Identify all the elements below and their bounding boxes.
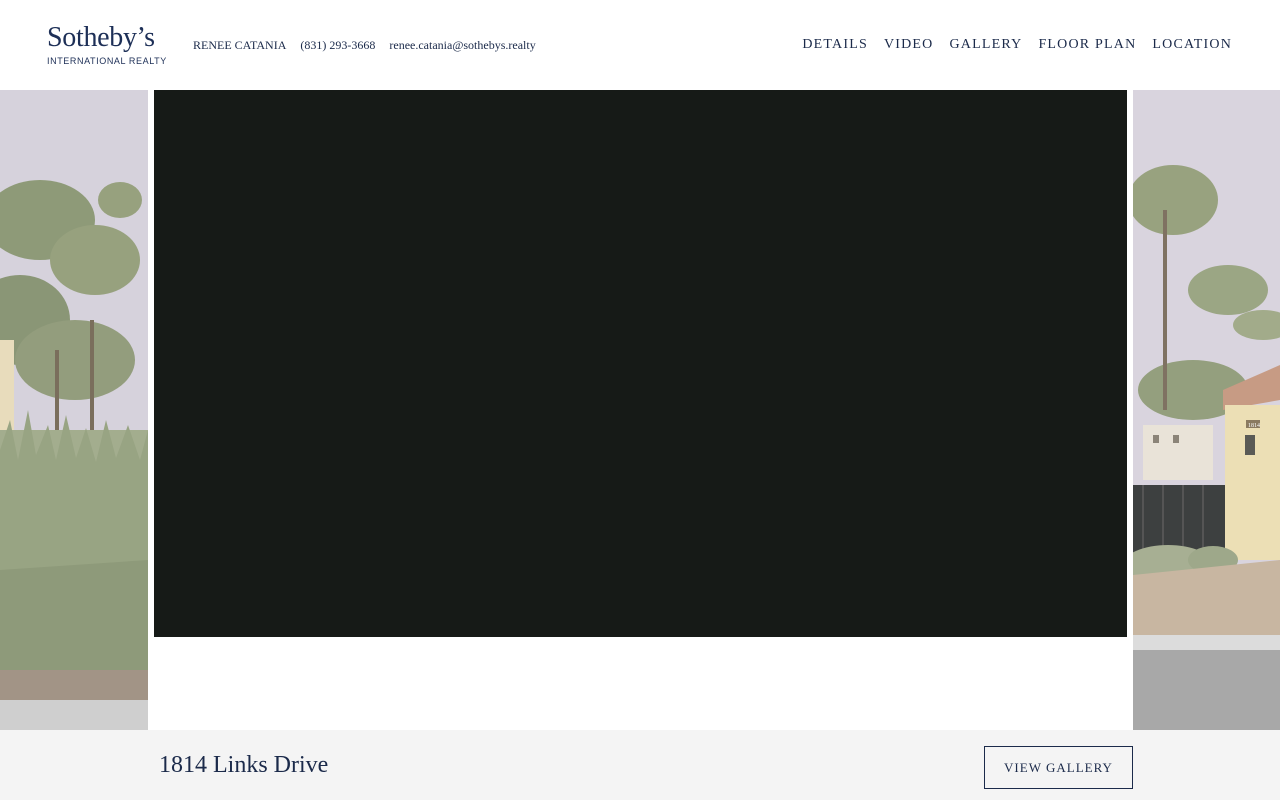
- agent-name: RENEE CATANIA: [193, 38, 287, 52]
- nav-location[interactable]: LOCATION: [1152, 37, 1232, 53]
- nav-video[interactable]: VIDEO: [884, 37, 934, 53]
- main-nav: DETAILS VIDEO GALLERY FLOOR PLAN LOCATIO…: [802, 37, 1232, 53]
- media-stage: 1814: [0, 90, 1280, 730]
- logo-tagline: INTERNATIONAL REALTY: [47, 56, 167, 66]
- sothebys-logo[interactable]: Sotheby’s INTERNATIONAL REALTY: [47, 22, 167, 68]
- listing-footer: 1814 Links Drive VIEW GALLERY: [0, 730, 1280, 800]
- nav-gallery[interactable]: GALLERY: [949, 37, 1022, 53]
- logo-wordmark: Sotheby’s: [47, 22, 155, 53]
- house-number-plate: 1814: [1248, 423, 1260, 429]
- agent-phone[interactable]: (831) 293-3668: [300, 38, 375, 52]
- listing-address: 1814 Links Drive: [159, 752, 329, 778]
- agent-email-link[interactable]: renee.catania@sothebys.realty: [389, 38, 535, 52]
- view-gallery-button[interactable]: VIEW GALLERY: [984, 746, 1133, 789]
- photo-right-house: 1814: [1133, 90, 1280, 730]
- photo-left-trees: [0, 90, 148, 730]
- site-header: Sotheby’s INTERNATIONAL REALTY RENEE CAT…: [0, 0, 1280, 90]
- nav-details[interactable]: DETAILS: [802, 37, 868, 53]
- agent-contact: RENEE CATANIA (831) 293-3668 renee.catan…: [193, 38, 536, 53]
- video-player[interactable]: [154, 90, 1127, 637]
- nav-floor-plan[interactable]: FLOOR PLAN: [1038, 37, 1136, 53]
